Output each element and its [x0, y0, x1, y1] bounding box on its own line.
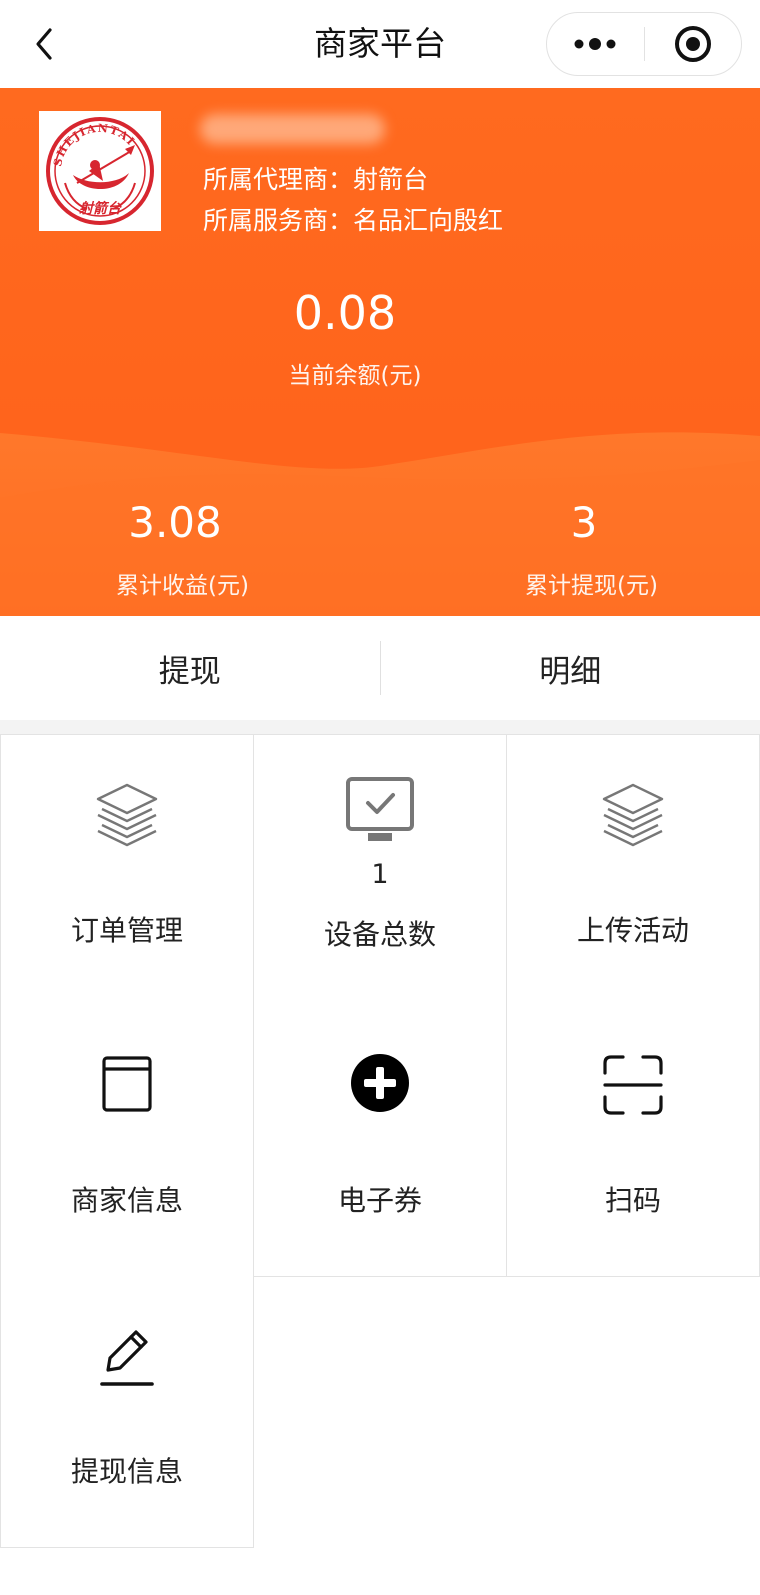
nav-bar: 商家平台 [0, 0, 760, 88]
mini-program-capsule [546, 12, 742, 76]
current-balance-value: 0.08 [293, 286, 397, 340]
layers-icon [602, 783, 664, 847]
grid-item-label: 订单管理 [70, 914, 183, 947]
monitor-check-icon [346, 777, 414, 841]
total-withdrawn-value: 3 [570, 498, 598, 547]
grid-item-label: 上传活动 [576, 914, 689, 947]
archery-logo-icon: SHEJIANTAI 射箭台 [46, 117, 154, 225]
grid-item-merchant-info[interactable]: 商家信息 [0, 1005, 254, 1277]
device-count: 1 [371, 859, 389, 890]
feature-grid: 订单管理 1 设备总数 上传活动 商家信息 电子券 扫码 提现信息 [0, 734, 760, 1548]
plus-circle-icon [351, 1054, 409, 1112]
account-summary-header: SHEJIANTAI 射箭台 所属代理商：射箭台 所属服务商：名品汇向殷红 0.… [0, 88, 760, 616]
total-income-value: 3.08 [128, 498, 222, 547]
target-circle-icon [674, 26, 711, 62]
grid-item-devices[interactable]: 1 设备总数 [253, 734, 507, 1006]
document-icon [102, 1056, 152, 1112]
layers-icon [96, 783, 158, 847]
svg-text:射箭台: 射箭台 [79, 200, 122, 217]
scan-icon [603, 1055, 663, 1115]
grid-item-label: 商家信息 [70, 1184, 183, 1217]
details-button[interactable]: 明细 [381, 616, 760, 720]
merchant-name-redacted [200, 114, 385, 144]
chevron-left-icon [36, 28, 52, 60]
agent-info: 所属代理商：射箭台 [203, 165, 429, 194]
section-gap [0, 720, 760, 734]
grid-item-label: 扫码 [604, 1184, 661, 1217]
service-provider-info: 所属服务商：名品汇向殷红 [203, 206, 504, 235]
total-withdrawn-label: 累计提现(元) [525, 573, 658, 599]
grid-item-withdraw-info[interactable]: 提现信息 [0, 1276, 254, 1548]
more-button[interactable] [547, 13, 644, 75]
grid-item-orders[interactable]: 订单管理 [0, 734, 254, 1006]
merchant-logo: SHEJIANTAI 射箭台 [39, 111, 161, 231]
grid-item-label: 电子券 [337, 1184, 422, 1217]
edit-pen-icon [100, 1330, 154, 1386]
withdraw-button[interactable]: 提现 [0, 616, 380, 720]
grid-item-upload-activity[interactable]: 上传活动 [506, 734, 760, 1006]
current-balance-label: 当前余额(元) [288, 363, 422, 389]
back-button[interactable] [22, 22, 66, 66]
total-income-label: 累计收益(元) [116, 573, 249, 599]
action-row: 提现 明细 [0, 616, 760, 720]
grid-item-label: 设备总数 [323, 918, 436, 951]
grid-item-scan[interactable]: 扫码 [506, 1005, 760, 1277]
close-mini-program-button[interactable] [645, 13, 742, 75]
grid-item-e-coupon[interactable]: 电子券 [253, 1005, 507, 1277]
grid-item-label: 提现信息 [70, 1455, 183, 1488]
more-dots-icon [574, 38, 616, 50]
